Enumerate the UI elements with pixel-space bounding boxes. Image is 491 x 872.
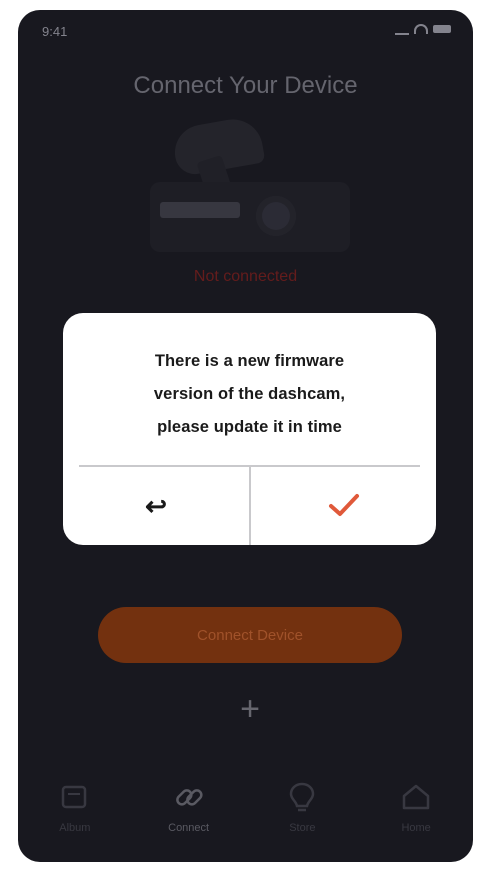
dialog-message-line-2: version of the dashcam,: [153, 385, 346, 403]
dialog-message: There is a new firmware version of the d…: [87, 345, 412, 444]
app-screen: 9:41 Connect Your Device Not connected C…: [18, 10, 473, 862]
phone-frame: 9:41 Connect Your Device Not connected C…: [0, 0, 491, 872]
dismiss-button[interactable]: ↩: [63, 467, 249, 545]
check-icon: [327, 491, 361, 522]
dialog-message-line-3: please update it in time: [157, 418, 342, 436]
firmware-update-dialog: There is a new firmware version of the d…: [63, 313, 436, 545]
return-icon: ↩: [145, 490, 167, 521]
confirm-update-button[interactable]: [251, 467, 436, 545]
dialog-message-line-1: There is a new firmware: [154, 352, 345, 370]
